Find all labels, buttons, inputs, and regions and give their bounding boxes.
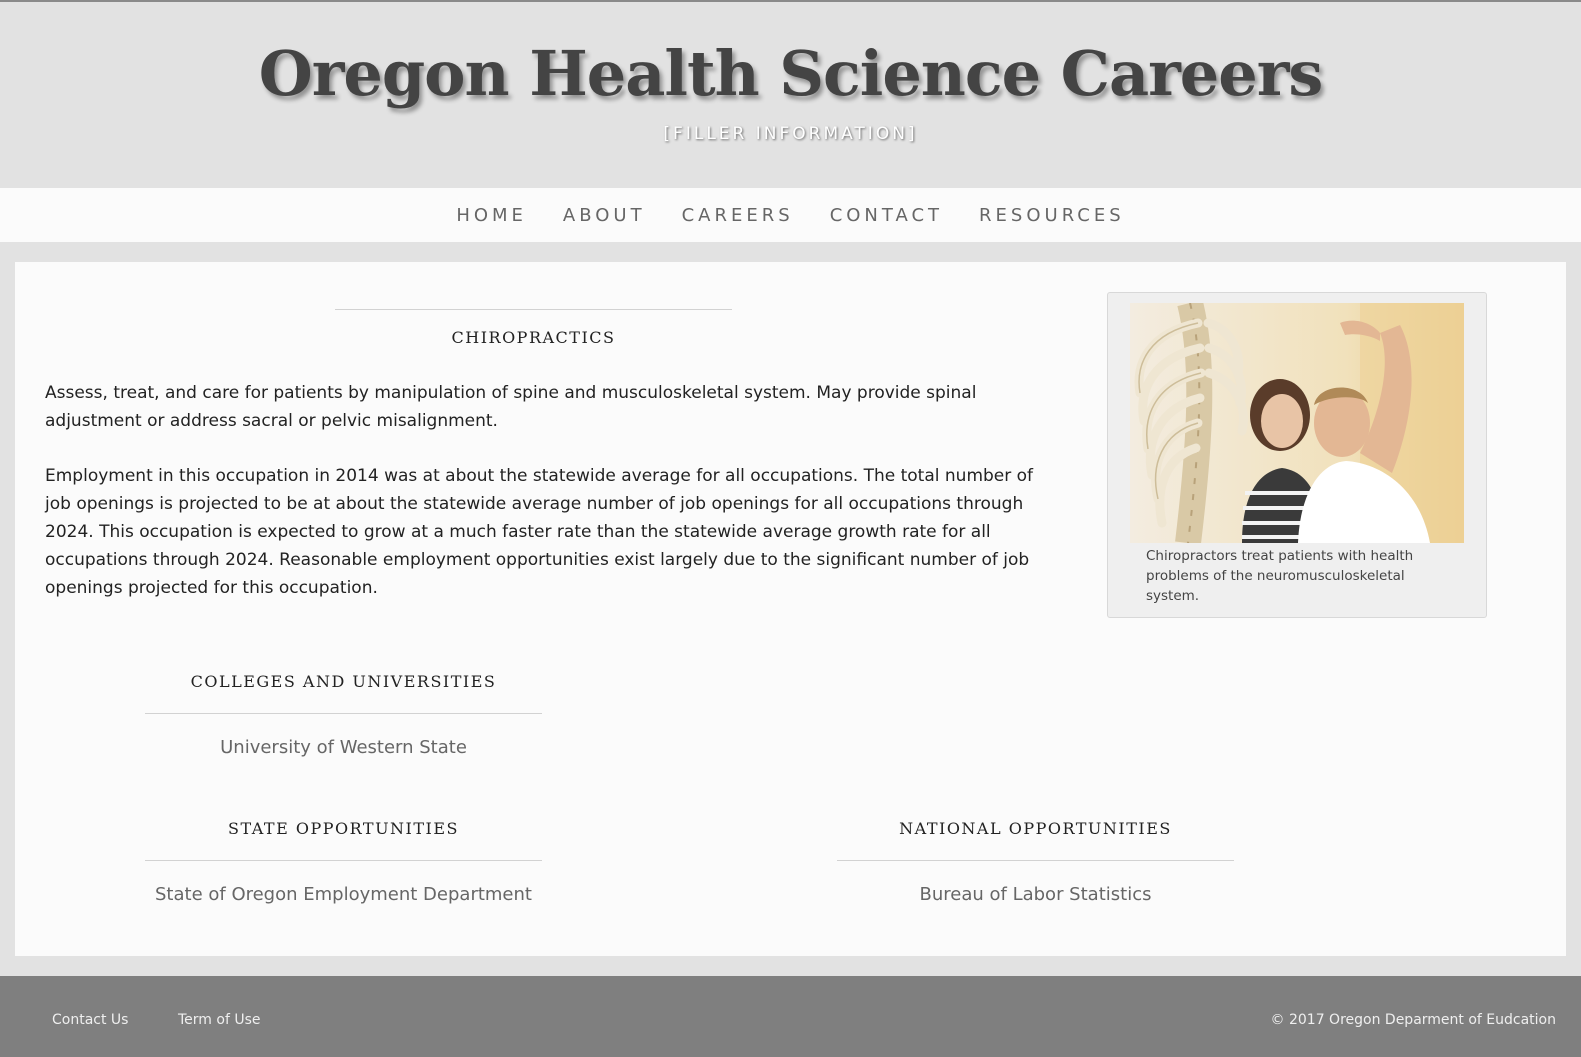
career-outlook: Employment in this occupation in 2014 wa… [45,466,1034,598]
content-panel: CHIROPRACTICS Assess, treat, and care fo… [15,262,1566,956]
career-heading: CHIROPRACTICS [451,328,616,347]
national-divider [837,860,1234,861]
footer-copyright: © 2017 Oregon Deparment of Eudcation [1270,1012,1556,1028]
nav-item-careers[interactable]: CAREERS [682,205,794,226]
college-link-western-state[interactable]: University of Western State [145,737,542,758]
career-description: Assess, treat, and care for patients by … [45,383,977,431]
nav-item-resources[interactable]: RESOURCES [979,205,1125,226]
image-figure: Chiropractors treat patients with health… [1107,292,1487,618]
figure-caption: Chiropractors treat patients with health… [1146,548,1414,604]
state-heading: STATE OPPORTUNITIES [227,819,459,838]
site-subtitle: [FILLER INFORMATION] [663,124,918,144]
footer-terms-link[interactable]: Term of Use [178,1012,260,1028]
nav-item-about[interactable]: ABOUT [563,205,646,226]
state-link-employment-department[interactable]: State of Oregon Employment Department [145,884,542,905]
nav-item-home[interactable]: HOME [456,205,527,226]
heading-divider [335,309,732,310]
footer-contact-link[interactable]: Contact Us [52,1012,128,1028]
site-footer: Contact Us Term of Use © 2017 Oregon Dep… [0,976,1581,1057]
colleges-divider [145,713,542,714]
nav-item-contact[interactable]: CONTACT [830,205,943,226]
site-header: Oregon Health Science Careers [FILLER IN… [0,2,1581,188]
national-link-bls[interactable]: Bureau of Labor Statistics [837,884,1234,905]
national-heading: NATIONAL OPPORTUNITIES [899,819,1172,838]
main-nav: HOME ABOUT CAREERS CONTACT RESOURCES [0,188,1581,242]
site-title: Oregon Health Science Careers [258,37,1324,110]
chiropractor-photo [1130,303,1464,543]
colleges-heading: COLLEGES AND UNIVERSITIES [190,672,497,691]
state-divider [145,860,542,861]
chiropractor-photo-illustration [1130,303,1464,543]
